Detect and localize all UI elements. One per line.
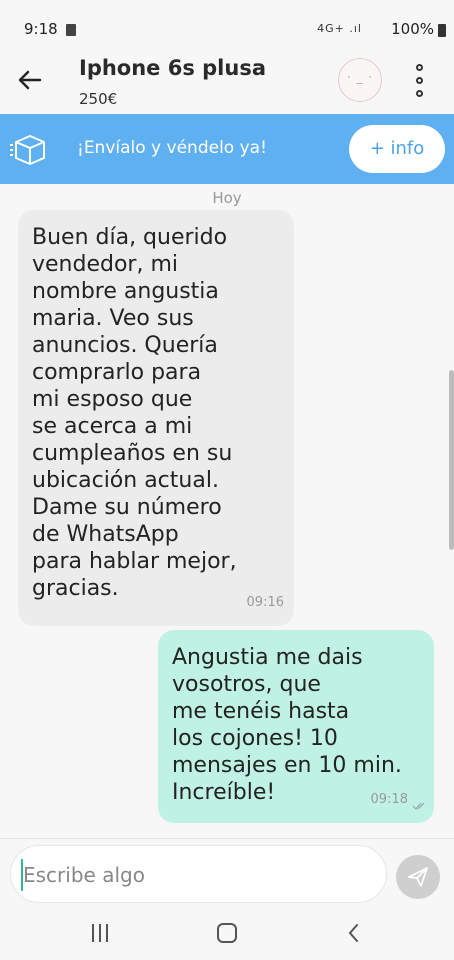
more-options-button[interactable] [412, 64, 428, 98]
send-button[interactable] [396, 855, 440, 899]
avatar[interactable]: · _ · [338, 58, 382, 102]
network-indicator: 4G+ .ıl [317, 22, 362, 35]
arrow-left-icon [18, 70, 42, 90]
battery-percent: 100% [391, 20, 434, 38]
more-vertical-icon [416, 64, 423, 71]
chat-header: Iphone 6s plusa 250€ · _ · [0, 44, 454, 114]
more-vertical-icon-dot [416, 90, 423, 97]
send-icon [408, 867, 428, 887]
home-icon[interactable] [217, 923, 237, 943]
recents-icon[interactable] [90, 924, 110, 942]
message-time: 09:16 [246, 595, 284, 610]
message-bubble-received[interactable]: Buen día, querido vendedor, mi nombre an… [18, 210, 294, 626]
message-composer: Escribe algo [0, 838, 454, 908]
status-bar: 9:18 4G+ .ıl 100% [0, 0, 454, 44]
message-time: 09:18 [370, 792, 408, 807]
promo-banner: ¡Envíalo y véndelo ya! + info [0, 114, 454, 184]
back-button[interactable] [14, 64, 46, 96]
chevron-left-icon[interactable] [344, 922, 364, 944]
message-input[interactable]: Escribe algo [10, 845, 387, 903]
status-time: 9:18 [24, 20, 58, 38]
date-separator: Hoy [212, 189, 242, 207]
sd-card-icon [66, 24, 76, 36]
system-nav-bar [0, 908, 454, 960]
avatar-placeholder-icon: · _ · [346, 70, 374, 84]
message-text: Angustia me dais vosotros, que me tenéis… [172, 645, 402, 805]
message-text: Buen día, querido vendedor, mi nombre an… [32, 225, 237, 601]
item-title[interactable]: Iphone 6s plusa [79, 56, 266, 80]
check-icon [412, 802, 425, 810]
item-price: 250€ [79, 90, 118, 108]
message-bubble-sent[interactable]: Angustia me dais vosotros, que me tenéis… [158, 630, 434, 823]
info-button[interactable]: + info [349, 125, 445, 173]
shipping-box-icon [10, 135, 45, 165]
battery-icon [438, 24, 446, 37]
input-placeholder: Escribe algo [23, 863, 145, 887]
scrollbar[interactable] [449, 370, 454, 550]
promo-text: ¡Envíalo y véndelo ya! [77, 138, 267, 158]
more-vertical-icon-dot [416, 77, 423, 84]
